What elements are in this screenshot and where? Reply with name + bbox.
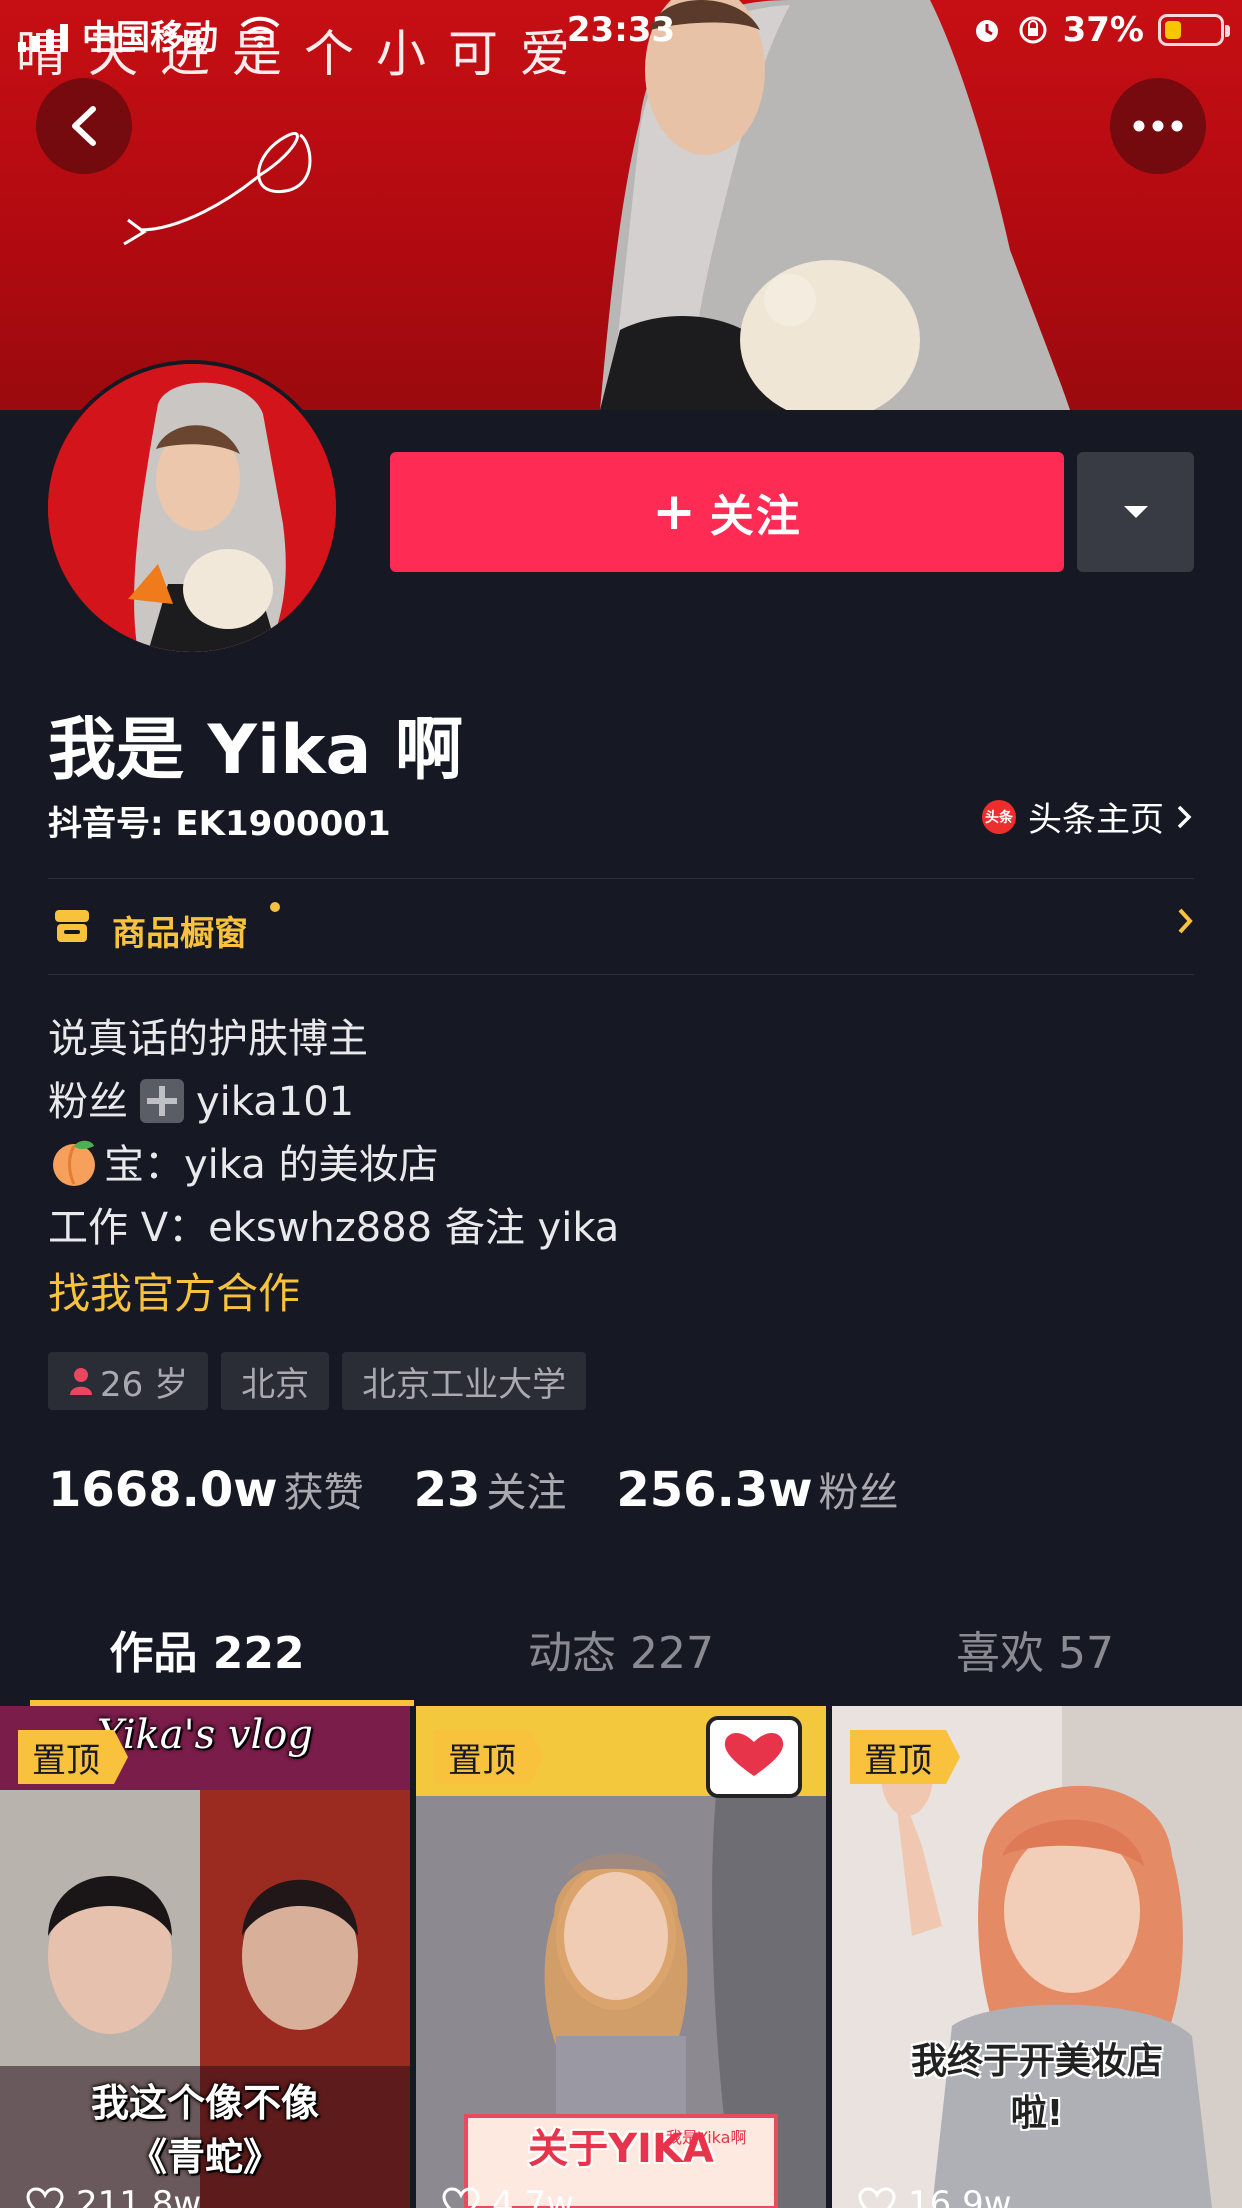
bio: 说真话的护肤博主 粉丝 yika101 宝：yika 的美妆店 工作 V：eksw…	[48, 1008, 619, 1260]
follow-button[interactable]: + 关注	[390, 452, 1064, 572]
divider	[48, 878, 1194, 879]
profile-name: 我是 Yika 啊	[48, 711, 464, 790]
chevron-right-icon	[1178, 908, 1193, 934]
official-cooperation-link[interactable]: 找我官方合作	[48, 1260, 300, 1321]
bio-text: 宝：yika 的美妆店	[104, 1142, 439, 1188]
video-grid: Yika's vlog 置顶 我这个像不像 《青蛇》 211.8w 置顶 关于Y…	[0, 1706, 1242, 2208]
likes-label: 获赞	[283, 1470, 364, 1516]
followers-label: 粉丝	[818, 1470, 899, 1516]
video-caption: 《青蛇》	[128, 2135, 281, 2179]
triangle-down-icon	[1123, 506, 1148, 518]
bio-line: 工作 V：ekswhz888 备注 yika	[48, 1205, 620, 1251]
profile-tags: 26 岁 北京 北京工业大学	[48, 1352, 587, 1410]
video-thumbnail[interactable]: 置顶 我终于开美妆店 啦! 16.9w	[832, 1706, 1242, 2208]
shop-icon	[55, 910, 89, 942]
plus-icon: +	[652, 482, 698, 542]
battery-icon	[1158, 14, 1230, 46]
bio-text: yika101	[196, 1079, 355, 1125]
video-likes: 16.9w	[858, 2184, 1012, 2208]
alarm-icon	[975, 20, 998, 42]
bio-line: 粉丝 yika101	[48, 1071, 619, 1134]
heart-outline-icon	[26, 2187, 64, 2208]
video-likes: 4.7w	[442, 2184, 574, 2208]
video-likes: 211.8w	[26, 2184, 201, 2208]
followers-stat[interactable]: 256.3w 粉丝	[616, 1460, 898, 1518]
following-label: 关注	[486, 1470, 567, 1516]
divider	[48, 974, 1194, 975]
video-thumbnail[interactable]: 置顶 关于YIKA 我是Yika啊 4.7w	[416, 1706, 826, 2208]
video-caption-tag: 我是Yika啊	[666, 2128, 747, 2147]
followers-count: 256.3w	[616, 1462, 813, 1518]
school-label: 北京工业大学	[362, 1364, 567, 1405]
follow-label: 关注	[709, 491, 802, 542]
recommend-dropdown-button[interactable]	[1077, 452, 1194, 572]
chevron-left-icon	[72, 106, 96, 146]
avatar[interactable]	[44, 360, 340, 656]
bio-line: 说真话的护肤博主	[48, 1016, 368, 1062]
cover-image: 晴天进是个小可爱 中国移动 23:33 37%	[0, 0, 1242, 410]
chevron-right-icon	[1177, 805, 1192, 828]
pinned-badge: 置顶	[18, 1730, 128, 1784]
plus-emoji-icon	[140, 1079, 184, 1123]
avatar-photo	[48, 364, 336, 652]
following-count: 23	[413, 1462, 481, 1518]
age-tag: 26 岁	[48, 1352, 209, 1410]
tab-dynamics[interactable]: 动态 227	[414, 1592, 828, 1706]
video-likes-count: 211.8w	[76, 2184, 202, 2208]
tab-likes[interactable]: 喜欢 57	[828, 1592, 1242, 1706]
video-likes-count: 16.9w	[908, 2184, 1012, 2208]
bio-text: 粉丝	[48, 1079, 128, 1125]
following-stat[interactable]: 23 关注	[414, 1460, 567, 1518]
shop-label: 商品橱窗	[112, 914, 248, 954]
pinned-badge: 置顶	[434, 1730, 544, 1784]
toutiao-icon: 头条	[982, 799, 1016, 834]
video-caption: 我这个像不像	[90, 2081, 319, 2125]
pinned-badge: 置顶	[850, 1730, 960, 1784]
content-tabs: 作品 222 动态 227 喜欢 57	[0, 1592, 1242, 1706]
video-caption: 关于YIKA	[528, 2126, 714, 2172]
video-caption: 啦!	[1010, 2093, 1064, 2134]
video-likes-count: 4.7w	[492, 2184, 574, 2208]
toutiao-label: 头条主页	[1028, 800, 1164, 840]
profile-stats: 1668.0w 获赞 23 关注 256.3w 粉丝	[48, 1460, 899, 1518]
status-bar: 中国移动 23:33 37%	[0, 0, 1242, 60]
back-button[interactable]	[36, 78, 132, 174]
school-tag: 北京工业大学	[342, 1352, 587, 1410]
likes-stat: 1668.0w 获赞	[48, 1460, 364, 1518]
bio-line: 宝：yika 的美妆店	[48, 1134, 619, 1197]
rotation-lock-icon	[1019, 16, 1047, 44]
more-dots-icon	[1133, 120, 1183, 132]
age-label: 26 岁	[100, 1364, 189, 1405]
douyin-id: 抖音号: EK1900001	[48, 804, 391, 844]
video-thumbnail[interactable]: Yika's vlog 置顶 我这个像不像 《青蛇》 211.8w	[0, 1706, 410, 2208]
female-icon	[70, 1368, 92, 1395]
battery-percent: 37%	[1062, 10, 1144, 50]
shop-new-dot	[270, 902, 280, 912]
city-label: 北京	[241, 1364, 310, 1405]
toutiao-homepage-link[interactable]: 头条 头条主页	[982, 792, 1192, 841]
city-tag: 北京	[221, 1352, 330, 1410]
shop-window-row[interactable]: 商品橱窗	[48, 880, 1194, 976]
likes-count: 1668.0w	[48, 1462, 278, 1518]
heart-outline-icon	[858, 2187, 896, 2208]
more-button[interactable]	[1110, 78, 1206, 174]
video-caption: 我终于开美妆店	[910, 2041, 1163, 2082]
heart-outline-icon	[442, 2187, 480, 2208]
peach-emoji-icon	[53, 1140, 95, 1186]
tab-works[interactable]: 作品 222	[0, 1592, 414, 1706]
